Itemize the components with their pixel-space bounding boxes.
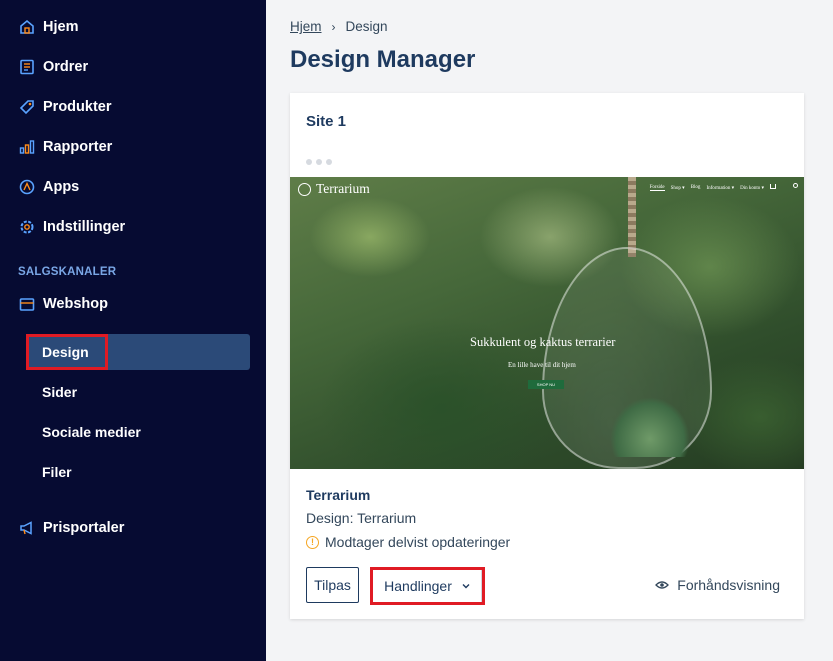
theme-name: Terrarium (306, 487, 371, 503)
sidebar-item-filer[interactable]: Filer (42, 464, 72, 480)
nav-label: Prisportaler (43, 520, 125, 536)
theme-preview-image: Terrarium Forside Shop ▾ Blog Informatio… (290, 177, 804, 469)
tag-icon (18, 99, 35, 116)
nav-item-ordrer[interactable]: Ordrer (18, 55, 88, 79)
preview-link[interactable]: Forhåndsvisning (655, 577, 780, 593)
breadcrumb: Hjem › Design (290, 19, 388, 34)
preview-logo: Terrarium (298, 181, 370, 197)
nav-item-rapporter[interactable]: Rapporter (18, 135, 112, 159)
design-label: Design: Terrarium (306, 510, 417, 526)
nav-item-hjem[interactable]: Hjem (18, 15, 78, 39)
site-card: Site 1 Terrarium Forside Shop ▾ Blog Inf… (290, 93, 804, 619)
nav-item-produkter[interactable]: Produkter (18, 95, 112, 119)
update-status: ! Modtager delvist opdateringer (306, 534, 510, 550)
breadcrumb-home-link[interactable]: Hjem (290, 19, 322, 34)
eye-icon (655, 580, 670, 590)
sidebar-item-design[interactable]: Design (42, 344, 89, 360)
nav-item-prisportaler[interactable]: Prisportaler (18, 516, 124, 540)
section-label-salgskanaler: SALGSKANALER (18, 266, 117, 278)
apps-icon (18, 179, 35, 196)
preview-menu-item: Information ▾ (706, 186, 735, 191)
nav-label: Hjem (43, 19, 79, 35)
gear-icon (18, 219, 35, 236)
nav-item-apps[interactable]: Apps (18, 175, 79, 199)
preview-plant (610, 397, 690, 457)
sidebar-item-sider[interactable]: Sider (42, 384, 77, 400)
loading-dots (306, 159, 332, 165)
home-icon (18, 19, 35, 36)
nav-item-indstillinger[interactable]: Indstillinger (18, 215, 125, 239)
chevron-right-icon: › (331, 19, 336, 34)
preview-menu-item: Blog (690, 185, 701, 190)
site-title: Site 1 (306, 113, 347, 130)
orders-icon (18, 59, 35, 76)
terrarium-logo-icon (298, 182, 311, 196)
nav-label: Webshop (43, 296, 108, 312)
preview-rope (628, 177, 636, 257)
preview-menu-item: Forside (649, 185, 665, 191)
bar-chart-icon (18, 139, 35, 156)
preview-menu-item: Shop ▾ (670, 186, 685, 191)
cart-icon (770, 184, 776, 189)
preview-subline: En lille have til dit hjem (508, 361, 576, 369)
preview-headline: Sukkulent og kaktus terrarier (470, 335, 616, 349)
megaphone-icon (18, 520, 35, 537)
chevron-down-icon (462, 584, 470, 589)
nav-item-webshop[interactable]: Webshop (18, 292, 108, 316)
nav-label: Rapporter (43, 139, 113, 155)
sidebar-item-sociale-medier[interactable]: Sociale medier (42, 424, 141, 440)
nav-label: Produkter (43, 99, 112, 115)
actions-dropdown-button[interactable]: Handlinger (372, 569, 482, 603)
sidebar: Hjem Ordrer Produkter Rapporter Apps Ind… (0, 0, 266, 661)
customize-button[interactable]: Tilpas (306, 567, 359, 603)
preview-logo-text: Terrarium (316, 181, 370, 196)
update-status-text: Modtager delvist opdateringer (325, 534, 511, 550)
nav-label: Indstillinger (43, 219, 126, 235)
nav-label: Apps (43, 179, 80, 195)
preview-menu-item: Din konto ▾ (740, 186, 764, 191)
preview-shop-button: SHOP NU (528, 380, 564, 389)
preview-link-label: Forhåndsvisning (677, 577, 780, 593)
nav-label: Ordrer (43, 59, 89, 75)
store-icon (18, 296, 35, 313)
preview-menu: Forside Shop ▾ Blog Information ▾ Din ko… (649, 185, 764, 191)
search-icon (793, 183, 798, 188)
page-title: Design Manager (290, 46, 476, 73)
actions-label: Handlinger (384, 578, 452, 594)
warning-icon: ! (306, 535, 319, 549)
breadcrumb-current: Design (345, 19, 388, 34)
